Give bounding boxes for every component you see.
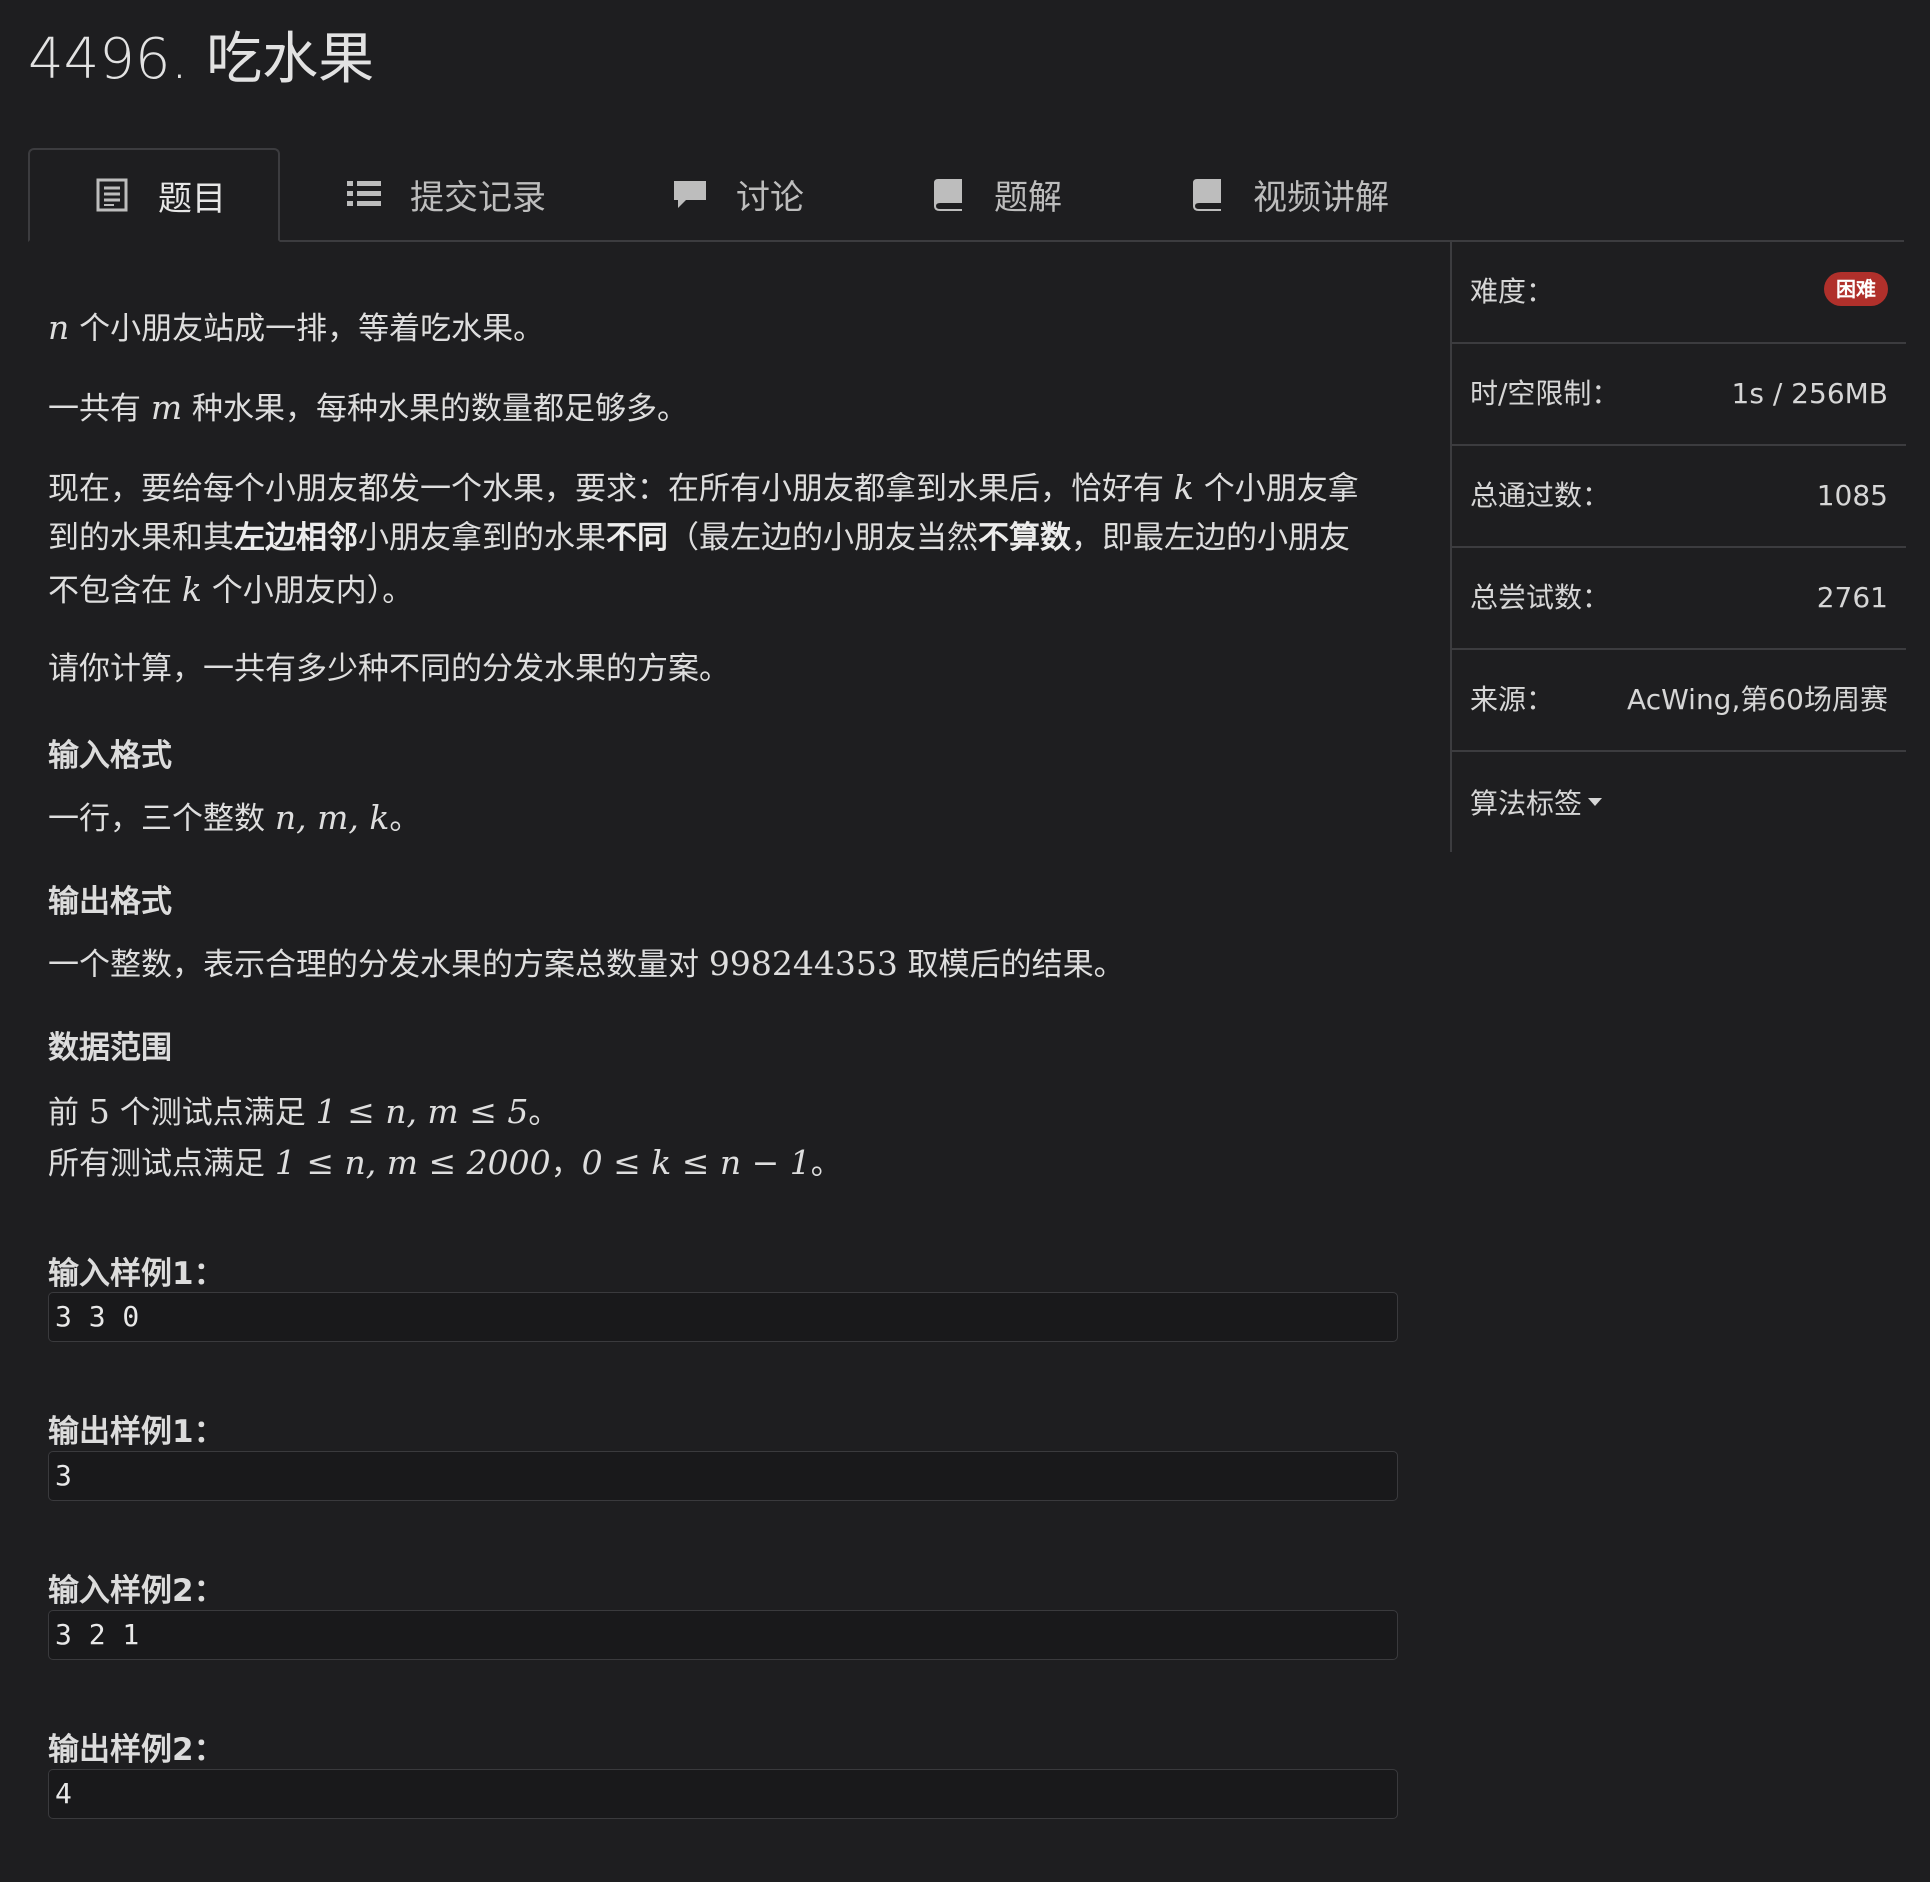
tab-label: 讨论 — [736, 177, 804, 218]
text: 个小朋友内）。 — [201, 573, 414, 609]
sample-label: 输入样例2： — [48, 1573, 225, 1609]
comment-icon — [672, 176, 708, 212]
sample-output-1[interactable]: 3 — [48, 1451, 1398, 1501]
sample-label: 输出样例1： — [48, 1414, 225, 1450]
data-range-line: 前 5 个测试点满足 1 ≤ n, m ≤ 5。 — [48, 1086, 1400, 1139]
source-row: 来源： AcWing,第60场周赛 — [1452, 650, 1906, 752]
text: 。 — [389, 801, 421, 837]
limits-row: 时/空限制： 1s / 256MB — [1452, 344, 1906, 446]
input-format-text: 一行，三个整数 n, m, k。 — [48, 792, 1400, 845]
sample-output-2[interactable]: 4 — [48, 1769, 1398, 1819]
text: ，即最左边的小朋友 — [1071, 520, 1350, 556]
document-icon — [94, 177, 130, 213]
text: 个小朋友拿 — [1193, 471, 1359, 507]
math-n: n — [48, 308, 70, 347]
problem-paragraph: 一共有 m 种水果，每种水果的数量都足够多。 — [48, 382, 1400, 435]
math-expr: 1 ≤ n, m ≤ 2000 — [274, 1143, 551, 1182]
data-range-heading: 数据范围 — [48, 1030, 172, 1066]
output-format-text: 一个整数，表示合理的分发水果的方案总数量对 998244353 取模后的结果。 — [48, 938, 1400, 991]
text: 小朋友拿到的水果 — [358, 520, 606, 556]
sample-input-2[interactable]: 3 2 1 — [48, 1610, 1398, 1660]
attempts-row: 总尝试数： 2761 — [1452, 548, 1906, 650]
text: 。 — [810, 1146, 842, 1182]
attempts-value: 2761 — [1816, 581, 1888, 614]
text: 一行，三个整数 — [48, 801, 275, 837]
sample-label: 输出样例2： — [48, 1732, 225, 1768]
text: 种水果，每种水果的数量都足够多。 — [182, 391, 689, 427]
accepted-row: 总通过数： 1085 — [1452, 446, 1906, 548]
problem-paragraph: n 个小朋友站成一排，等着吃水果。 — [48, 302, 1400, 355]
text: 现在，要给每个小朋友都发一个水果，要求：在所有小朋友都拿到水果后，恰好有 — [48, 471, 1174, 507]
text: 取模后的结果。 — [897, 947, 1125, 983]
math-expr: n, m, k — [274, 798, 390, 837]
book-icon — [1189, 176, 1225, 212]
text: ， — [550, 1146, 582, 1182]
text: 个测试点满足 — [109, 1095, 316, 1131]
sample-label: 输入样例1： — [48, 1256, 225, 1292]
bold-text: 不算数 — [978, 520, 1071, 556]
tab-bar: 题目 提交记录 讨论 题解 视频讲解 — [28, 148, 1904, 242]
math-expr: 1 ≤ n, m ≤ 5 — [315, 1092, 529, 1131]
tab-video[interactable]: 视频讲解 — [1189, 148, 1389, 240]
problem-paragraph: 请你计算，一共有多少种不同的分发水果的方案。 — [48, 651, 730, 687]
text: 不包含在 — [48, 573, 182, 609]
text: 个小朋友站成一排，等着吃水果。 — [69, 311, 545, 347]
math-k: k — [181, 570, 202, 609]
bold-text: 左边相邻 — [234, 520, 358, 556]
difficulty-label: 难度： — [1470, 275, 1555, 308]
math-m: m — [150, 388, 183, 427]
tab-discussion[interactable]: 讨论 — [672, 148, 804, 240]
attempts-label: 总尝试数： — [1470, 581, 1611, 614]
tab-solutions[interactable]: 题解 — [930, 148, 1062, 240]
list-icon — [346, 176, 382, 212]
difficulty-row: 难度： 困难 — [1452, 242, 1906, 344]
bold-text: 不同 — [606, 520, 668, 556]
math-k: k — [1173, 468, 1194, 507]
book-icon — [930, 176, 966, 212]
text: （最左边的小朋友当然 — [668, 520, 978, 556]
caret-down-icon — [1588, 798, 1603, 806]
problem-paragraph: 现在，要给每个小朋友都发一个水果，要求：在所有小朋友都拿到水果后，恰好有 k 个… — [48, 462, 1400, 515]
difficulty-badge: 困难 — [1824, 272, 1888, 306]
problem-paragraph: 不包含在 k 个小朋友内）。 — [48, 564, 1400, 617]
limits-value: 1s / 256MB — [1731, 377, 1888, 410]
text: 所有测试点满足 — [48, 1146, 275, 1182]
text: 。 — [528, 1095, 560, 1131]
accepted-label: 总通过数： — [1470, 479, 1611, 512]
sample-input-1[interactable]: 3 3 0 — [48, 1292, 1398, 1342]
text: 前 — [48, 1095, 89, 1131]
text: 到的水果和其 — [48, 520, 234, 556]
tab-label: 题目 — [158, 178, 226, 219]
limits-label: 时/空限制： — [1470, 377, 1620, 410]
tags-label: 算法标签 — [1470, 787, 1583, 820]
source-label: 来源： — [1470, 683, 1555, 716]
output-format-heading: 输出格式 — [48, 884, 172, 920]
source-value[interactable]: AcWing,第60场周赛 — [1627, 650, 1888, 750]
input-format-heading: 输入格式 — [48, 738, 172, 774]
math-expr: 5 — [88, 1092, 110, 1131]
problem-paragraph: 到的水果和其左边相邻小朋友拿到的水果不同（最左边的小朋友当然不算数，即最左边的小… — [48, 513, 1400, 564]
text: 一个整数，表示合理的分发水果的方案总数量对 — [48, 947, 709, 983]
data-range-line: 所有测试点满足 1 ≤ n, m ≤ 2000，0 ≤ k ≤ n − 1。 — [48, 1137, 1400, 1190]
accepted-value: 1085 — [1816, 479, 1888, 512]
page-title: 4496. 吃水果 — [28, 27, 375, 92]
tab-label: 视频讲解 — [1253, 177, 1389, 218]
algorithm-tags-toggle[interactable]: 算法标签 — [1470, 782, 1603, 822]
problem-info-sidebar: 难度： 困难 时/空限制： 1s / 256MB 总通过数： 1085 总尝试数… — [1450, 242, 1906, 852]
text: 一共有 — [48, 391, 151, 427]
tab-submissions[interactable]: 提交记录 — [346, 148, 546, 240]
math-expr: 998244353 — [708, 944, 898, 983]
math-expr: 0 ≤ k ≤ n − 1 — [581, 1143, 811, 1182]
tab-problem[interactable]: 题目 — [28, 148, 280, 242]
tab-label: 提交记录 — [410, 177, 546, 218]
tab-label: 题解 — [994, 177, 1062, 218]
